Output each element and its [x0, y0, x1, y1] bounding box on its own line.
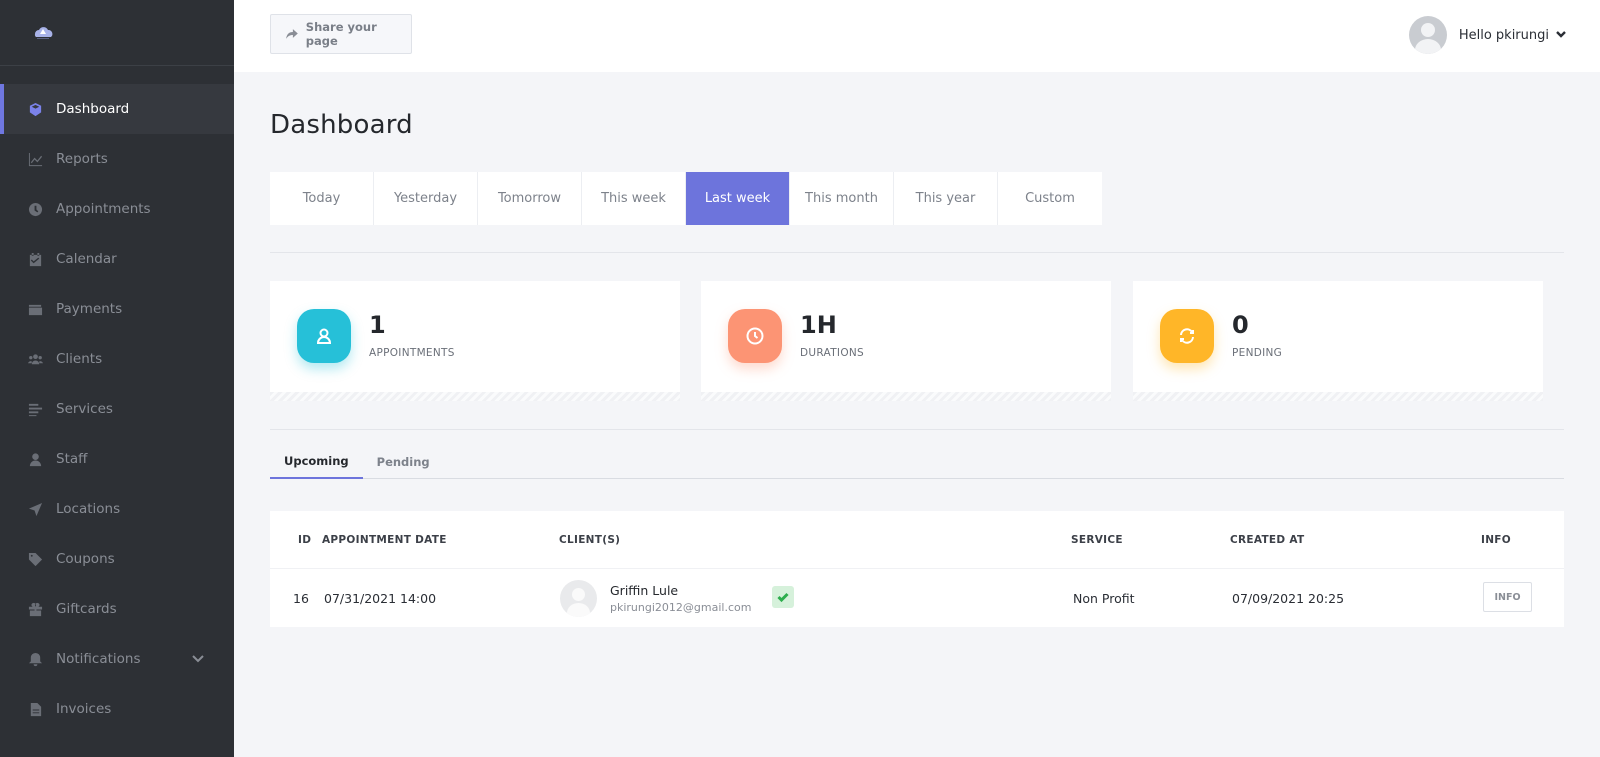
user-icon [297, 309, 351, 363]
sidebar-item-invoices[interactable]: Invoices [0, 684, 234, 734]
sidebar-item-label: Payments [56, 301, 123, 317]
stat-label: DURATIONS [800, 347, 865, 359]
cell-service: Non Profit [1073, 591, 1135, 606]
users-icon [28, 352, 43, 367]
sidebar-item-notifications[interactable]: Notifications [0, 634, 234, 684]
sidebar-item-label: Dashboard [56, 101, 130, 117]
sidebar-item-label: Coupons [56, 551, 115, 567]
column-header-id: ID [298, 534, 312, 546]
share-page-button[interactable]: Share your page [270, 14, 412, 54]
cell-created: 07/09/2021 20:25 [1232, 591, 1345, 606]
column-header-info: INFO [1481, 534, 1511, 546]
top-bar: Share your page Hello pkirungi [234, 0, 1600, 72]
sidebar: Dashboard Reports Appointments Calendar … [0, 0, 234, 757]
sidebar-item-calendar[interactable]: Calendar [0, 234, 234, 284]
tab-yesterday[interactable]: Yesterday [374, 172, 478, 225]
client-email: pkirungi2012@gmail.com [610, 601, 752, 614]
tab-this-week[interactable]: This week [582, 172, 686, 225]
check-icon [772, 586, 794, 608]
tab-pending[interactable]: Pending [363, 444, 444, 479]
sidebar-item-reports[interactable]: Reports [0, 134, 234, 184]
user-greeting: Hello pkirungi [1458, 27, 1549, 43]
chevron-down-icon[interactable] [1556, 28, 1566, 43]
tab-this-month[interactable]: This month [790, 172, 894, 225]
date-range-tabs: Today Yesterday Tomorrow This week Last … [270, 172, 1102, 225]
sidebar-item-label: Giftcards [56, 601, 117, 617]
sidebar-item-label: Locations [56, 501, 121, 517]
appointment-tabs: Upcoming Pending [270, 444, 1564, 479]
sidebar-item-staff[interactable]: Staff [0, 434, 234, 484]
stat-card-pending: 0 PENDING [1133, 281, 1543, 401]
stat-value: 0 [1232, 311, 1249, 339]
stat-card-durations: 1H DURATIONS [701, 281, 1111, 401]
column-header-service: SERVICE [1071, 534, 1123, 546]
wallet-icon [28, 302, 43, 317]
clock-icon [28, 202, 43, 217]
stat-card-appointments: 1 APPOINTMENTS [270, 281, 680, 401]
column-header-clients: CLIENT(S) [559, 534, 621, 546]
client-name[interactable]: Griffin Lule [610, 583, 678, 598]
share-page-label: Share your page [305, 20, 377, 48]
sidebar-item-label: Reports [56, 151, 108, 167]
sidebar-item-appointments[interactable]: Appointments [0, 184, 234, 234]
user-menu[interactable]: Hello pkirungi [1408, 16, 1566, 54]
divider [270, 429, 1564, 430]
info-button[interactable]: INFO [1483, 582, 1532, 612]
avatar [1408, 16, 1447, 54]
refresh-icon [1160, 309, 1214, 363]
location-arrow-icon [28, 502, 43, 517]
chevron-down-icon[interactable] [192, 652, 204, 668]
sidebar-item-dashboard[interactable]: Dashboard [0, 84, 234, 134]
sidebar-item-label: Clients [56, 351, 103, 367]
tab-last-week[interactable]: Last week [686, 172, 790, 225]
sidebar-item-locations[interactable]: Locations [0, 484, 234, 534]
list-icon [28, 402, 43, 417]
stat-label: PENDING [1232, 347, 1283, 359]
file-icon [28, 702, 43, 717]
cube-icon [28, 102, 43, 117]
tab-upcoming[interactable]: Upcoming [270, 444, 363, 479]
cell-date: 07/31/2021 14:00 [324, 591, 437, 606]
sidebar-nav: Dashboard Reports Appointments Calendar … [0, 84, 234, 734]
chart-icon [28, 152, 43, 167]
gift-icon [28, 602, 43, 617]
sidebar-item-clients[interactable]: Clients [0, 334, 234, 384]
column-header-created: CREATED AT [1230, 534, 1305, 546]
tab-custom[interactable]: Custom [998, 172, 1102, 225]
page-title: Dashboard [270, 110, 413, 140]
user-icon [28, 452, 43, 467]
column-header-date: APPOINTMENT DATE [322, 534, 447, 546]
sidebar-item-giftcards[interactable]: Giftcards [0, 584, 234, 634]
stat-value: 1 [369, 311, 386, 339]
avatar [560, 580, 597, 617]
calendar-icon [28, 252, 43, 267]
sidebar-item-label: Appointments [56, 201, 151, 217]
table-header: ID APPOINTMENT DATE CLIENT(S) SERVICE CR… [270, 511, 1564, 569]
tab-tomorrow[interactable]: Tomorrow [478, 172, 582, 225]
sidebar-item-label: Notifications [56, 651, 141, 667]
divider [270, 252, 1564, 253]
tab-today[interactable]: Today [270, 172, 374, 225]
sidebar-item-services[interactable]: Services [0, 384, 234, 434]
stat-label: APPOINTMENTS [369, 347, 455, 359]
sidebar-item-label: Staff [56, 451, 88, 467]
cell-id: 16 [293, 591, 309, 606]
bell-icon [28, 652, 43, 667]
sidebar-item-label: Invoices [56, 701, 112, 717]
appointments-table: ID APPOINTMENT DATE CLIENT(S) SERVICE CR… [270, 511, 1564, 627]
clock-icon [728, 309, 782, 363]
sidebar-item-label: Services [56, 401, 113, 417]
tab-this-year[interactable]: This year [894, 172, 998, 225]
sidebar-item-coupons[interactable]: Coupons [0, 534, 234, 584]
cloud-logo-icon [34, 27, 53, 39]
share-icon [286, 29, 298, 39]
sidebar-item-payments[interactable]: Payments [0, 284, 234, 334]
stat-value: 1H [800, 311, 837, 339]
sidebar-item-label: Calendar [56, 251, 117, 267]
brand-logo[interactable] [0, 0, 234, 66]
tag-icon [28, 552, 43, 567]
